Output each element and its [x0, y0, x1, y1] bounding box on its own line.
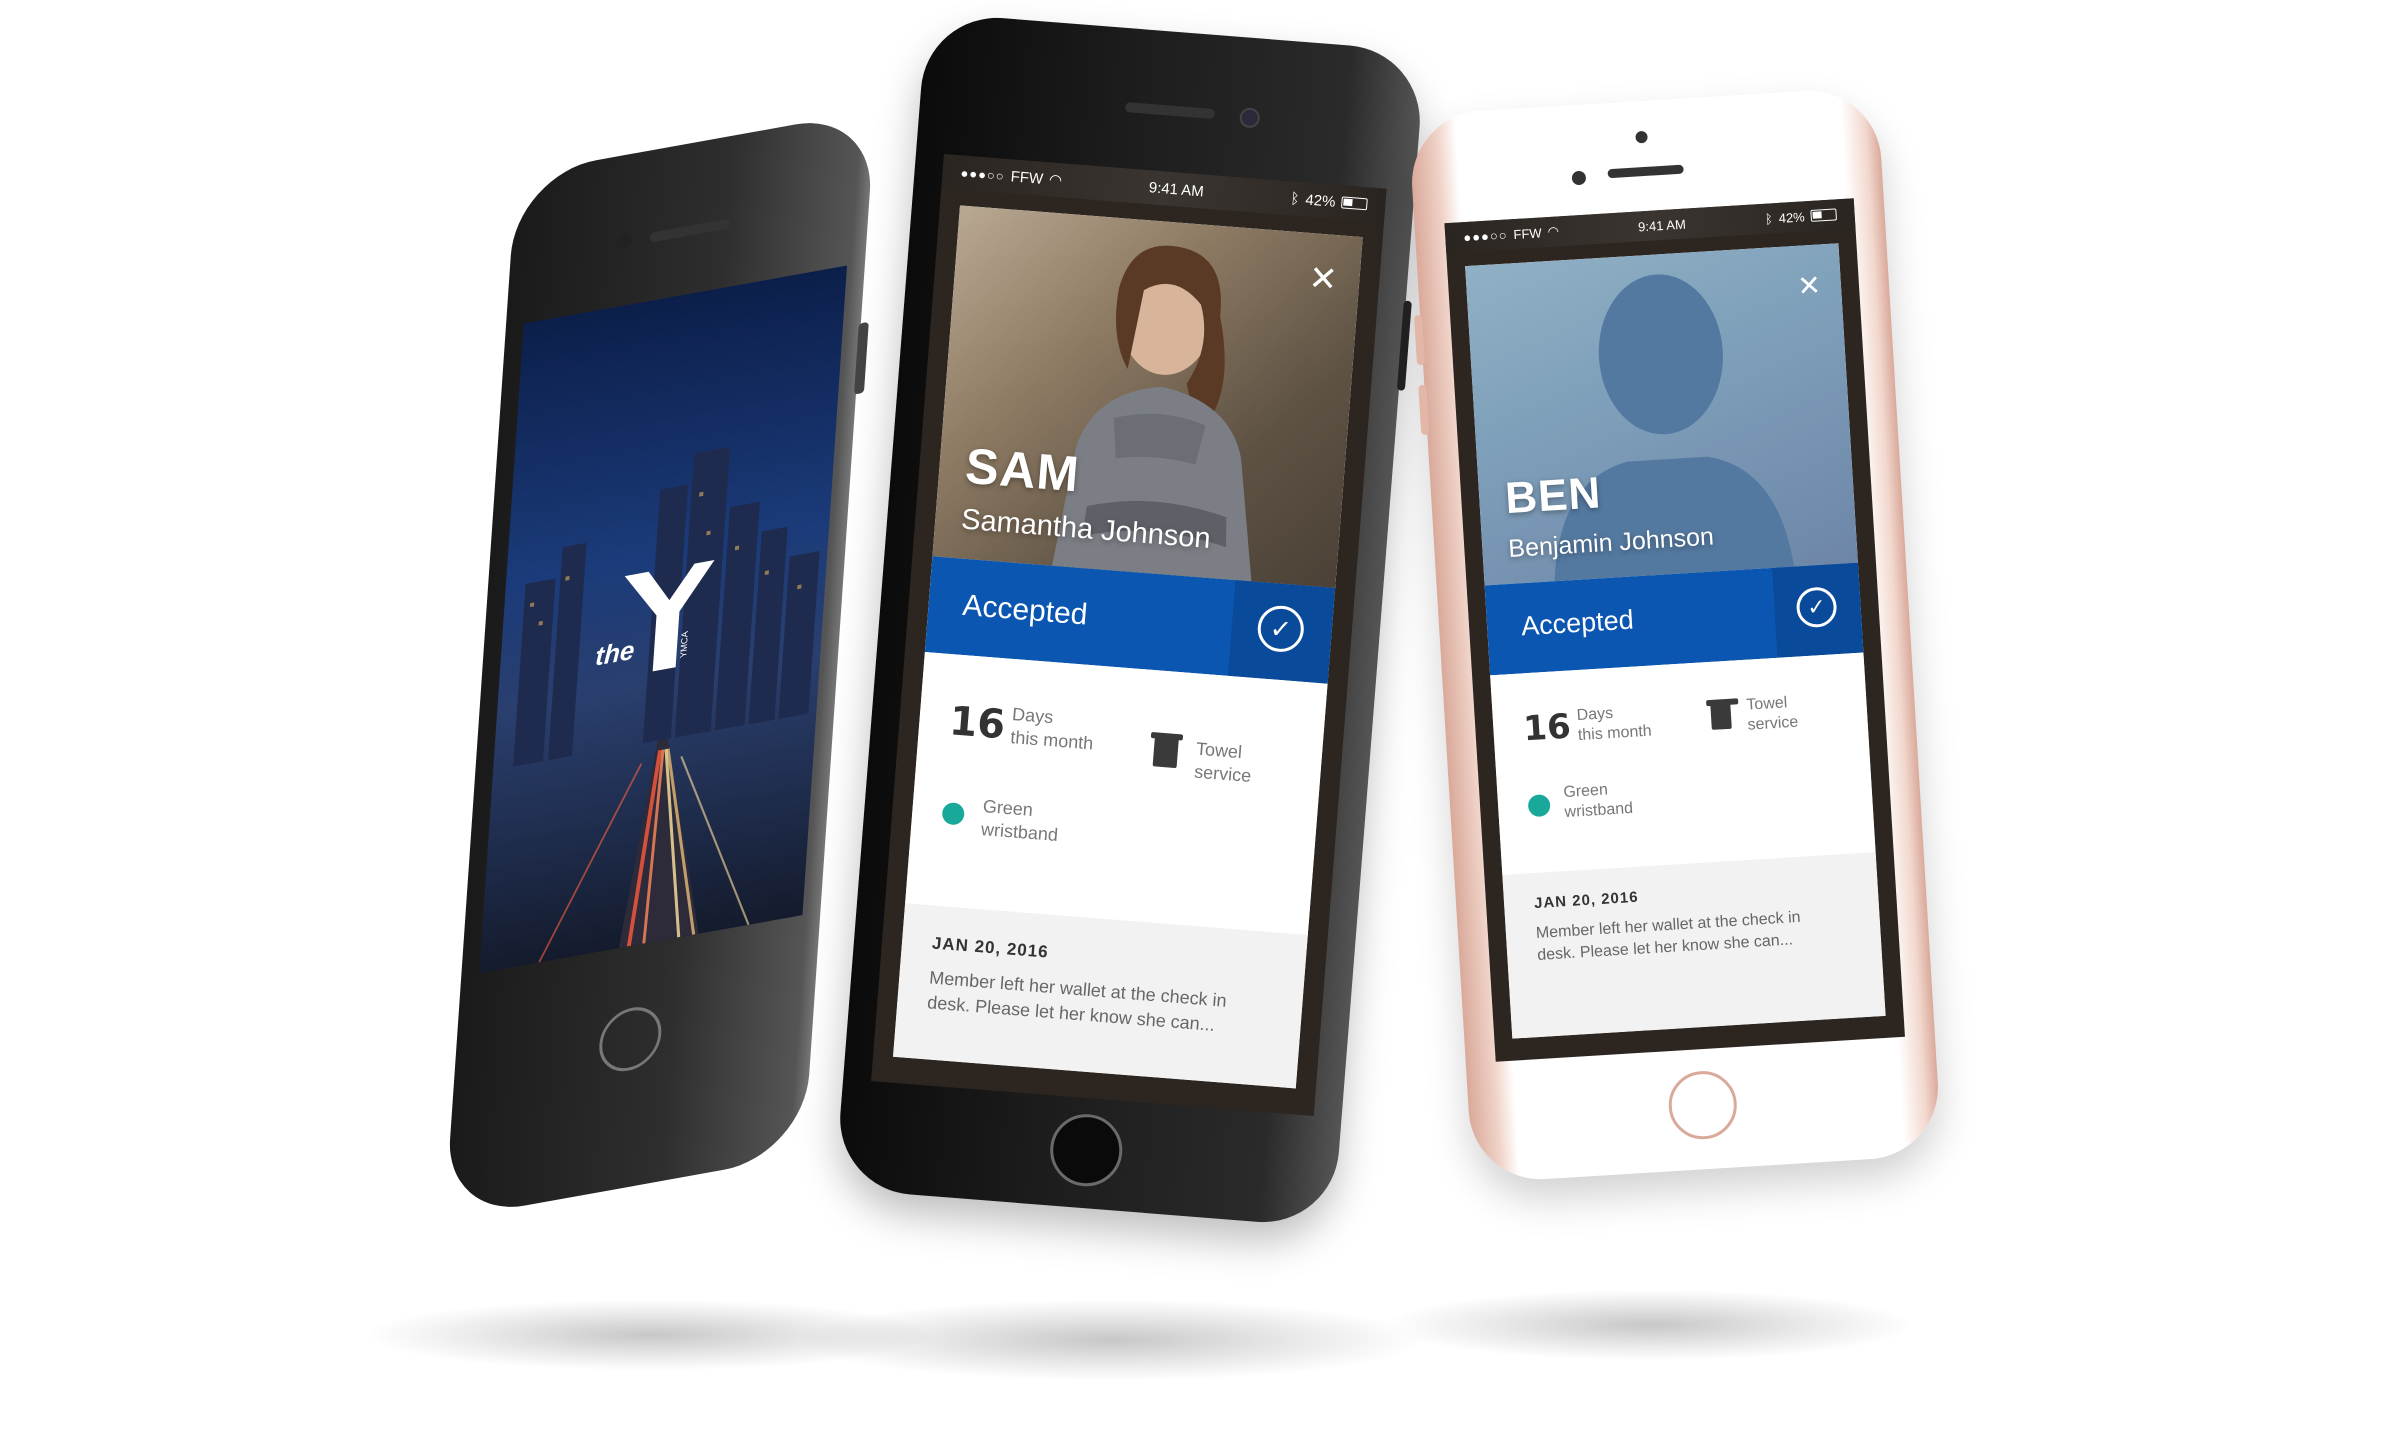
phone-shadow	[1390, 1290, 1910, 1360]
days-count: 16	[1522, 706, 1572, 750]
wifi-icon: ◠	[1048, 171, 1063, 190]
phone-member-sam: ●●●○○ FFW ◠ 9:41 AM ᛒ 42% ✕ SAM Samantha Jo…	[834, 12, 1426, 1228]
towel-label: Towel service	[1193, 738, 1253, 788]
wristband-icon	[1527, 790, 1551, 821]
wristband-label-line2: wristband	[980, 818, 1059, 845]
phone-shadow	[800, 1300, 1420, 1380]
days-count: 16	[947, 698, 1007, 749]
note-date: JAN 20, 2016	[1533, 888, 1640, 913]
days-label-line2: this month	[1577, 722, 1653, 745]
battery-icon	[1810, 208, 1837, 222]
check-circle-icon: ✓	[1795, 586, 1838, 629]
towel-icon	[1710, 702, 1732, 730]
member-nickname: SAM	[963, 437, 1082, 503]
member-note[interactable]: JAN 20, 2016 Member left her wallet at t…	[1502, 852, 1886, 1039]
status-label: Accepted	[961, 588, 1089, 632]
towel-icon	[1152, 736, 1179, 769]
member-stats: 16 Days this month Towel service Green w…	[905, 652, 1328, 935]
member-screen: ●●●○○ FFW ◠ 9:41 AM ᛒ 42% ✕ BEN Benjamin Jo…	[1444, 198, 1905, 1062]
phone-member-ben: ●●●○○ FFW ◠ 9:41 AM ᛒ 42% ✕ BEN Benjamin Jo…	[1407, 86, 1943, 1184]
towel-label-line2: service	[1193, 761, 1252, 786]
wristband-label-line2: wristband	[1564, 799, 1634, 822]
member-stats: 16 Days this month Towel service Green w…	[1490, 652, 1876, 875]
carrier: FFW	[1513, 224, 1543, 242]
wifi-icon: ◠	[1547, 223, 1560, 240]
note-text: Member left her wallet at the check in d…	[1535, 908, 1802, 964]
close-icon[interactable]: ✕	[1796, 268, 1822, 303]
member-photo-placeholder: ✕ BEN Benjamin Johnson	[1465, 243, 1858, 586]
signal-icon: ●●●○○	[1462, 226, 1508, 245]
note-text: Member left her wallet at the check in d…	[926, 967, 1228, 1035]
signal-icon: ●●●○○	[960, 164, 1006, 184]
battery-percent: 42%	[1778, 208, 1806, 226]
close-icon[interactable]: ✕	[1307, 259, 1338, 299]
splash-screen: the YMCA	[479, 265, 848, 974]
ymca-logo-icon	[624, 559, 715, 672]
confirm-button[interactable]: ✓	[1772, 562, 1864, 658]
confirm-button[interactable]: ✓	[1227, 580, 1336, 684]
member-screen: ●●●○○ FFW ◠ 9:41 AM ᛒ 42% ✕ SAM Samantha Jo…	[871, 153, 1387, 1116]
member-photo: ✕ SAM Samantha Johnson	[932, 205, 1363, 588]
member-card: ✕ SAM Samantha Johnson Accepted ✓ 16 Day…	[893, 205, 1363, 1089]
battery-icon	[1340, 196, 1368, 211]
note-date: JAN 20, 2016	[931, 933, 1050, 962]
wristband-label: Green wristband	[1563, 779, 1634, 823]
status-time: 9:41 AM	[1148, 178, 1205, 200]
member-note[interactable]: JAN 20, 2016 Member left her wallet at t…	[893, 903, 1308, 1089]
bluetooth-icon: ᛒ	[1764, 210, 1774, 227]
phone-splash: the YMCA	[444, 110, 876, 1220]
status-time: 9:41 AM	[1637, 216, 1687, 234]
days-label: Days this month	[1010, 703, 1096, 755]
battery-percent: 42%	[1304, 190, 1337, 211]
towel-label-line2: service	[1747, 713, 1799, 734]
wristband-label: Green wristband	[980, 795, 1060, 847]
bluetooth-icon: ᛒ	[1289, 189, 1301, 208]
member-card: ✕ BEN Benjamin Johnson Accepted ✓ 16 Day…	[1465, 243, 1886, 1039]
days-label: Days this month	[1576, 702, 1652, 746]
wristband-icon	[941, 798, 966, 830]
member-nickname: BEN	[1503, 468, 1603, 524]
towel-label: Towel service	[1746, 693, 1799, 736]
carrier: FFW	[1010, 167, 1044, 188]
check-circle-icon: ✓	[1256, 604, 1306, 654]
status-label: Accepted	[1520, 604, 1635, 642]
logo-ymca-text: YMCA	[678, 630, 690, 659]
